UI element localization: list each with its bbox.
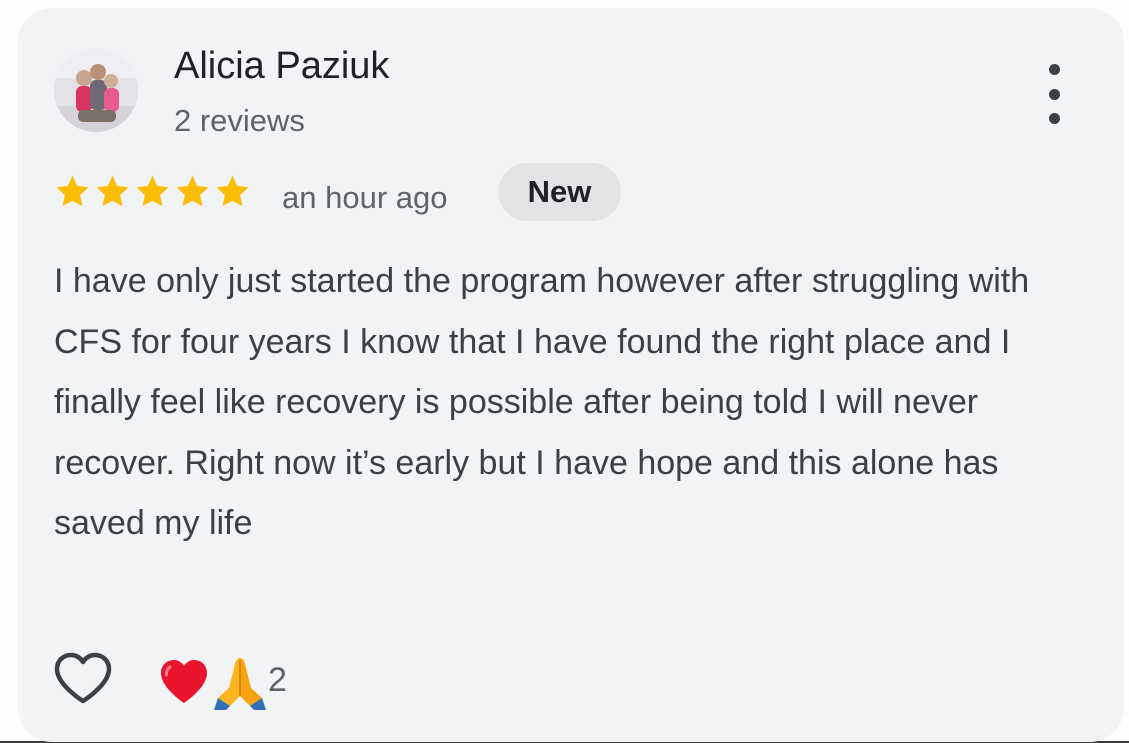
more-options-button[interactable] bbox=[1036, 64, 1072, 124]
heart-outline-icon[interactable] bbox=[52, 651, 114, 707]
reaction-count: 2 bbox=[268, 661, 287, 699]
new-badge: New bbox=[498, 163, 621, 221]
star-icon bbox=[216, 175, 249, 206]
red-heart-emoji-icon bbox=[161, 660, 207, 703]
star-icon bbox=[176, 175, 209, 206]
avatar-photo bbox=[54, 48, 138, 132]
star-icon bbox=[96, 175, 129, 206]
author-name[interactable]: Alicia Paziuk bbox=[174, 45, 389, 88]
avatar[interactable] bbox=[54, 48, 138, 132]
star-icon bbox=[56, 175, 89, 206]
star-rating bbox=[54, 173, 251, 210]
more-options-icon-dot bbox=[1048, 88, 1060, 100]
review-timestamp: an hour ago bbox=[282, 180, 448, 215]
screenshot-frame: Alicia Paziuk 2 reviews an hour ago New … bbox=[0, 0, 1129, 743]
reactions-summary[interactable] bbox=[158, 652, 270, 712]
star-icon bbox=[136, 175, 169, 206]
more-options-icon-dot bbox=[1048, 113, 1060, 124]
folded-hands-emoji-icon bbox=[214, 658, 266, 710]
author-review-count[interactable]: 2 reviews bbox=[174, 103, 305, 139]
review-text: I have only just started the program how… bbox=[54, 262, 1030, 542]
review-card: Alicia Paziuk 2 reviews an hour ago New … bbox=[18, 8, 1124, 742]
more-options-icon bbox=[1048, 64, 1060, 75]
